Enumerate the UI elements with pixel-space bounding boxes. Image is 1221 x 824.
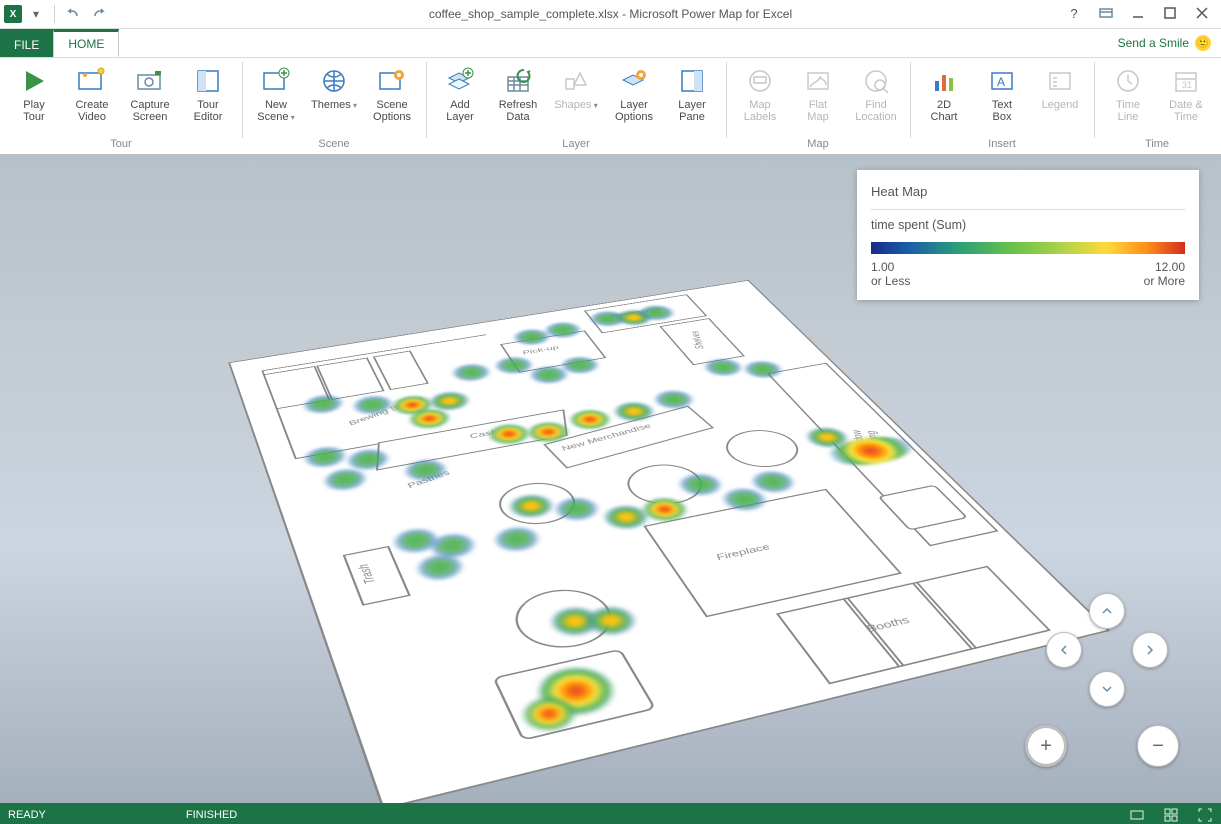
minimize-button[interactable] (1123, 0, 1153, 26)
group-label-insert: Insert (988, 138, 1016, 152)
layer-options-button[interactable]: LayerOptions (606, 60, 662, 138)
status-fullscreen-icon[interactable] (1197, 807, 1213, 823)
legend-title: Heat Map (871, 184, 1185, 210)
globe-icon (318, 65, 350, 97)
window-title: coffee_shop_sample_complete.xlsx - Micro… (0, 7, 1221, 21)
play-tour-button[interactable]: PlayTour (6, 60, 62, 138)
legend-panel[interactable]: Heat Map time spent (Sum) 1.00 or Less 1… (857, 170, 1199, 300)
text-box-button[interactable]: A TextBox (974, 60, 1030, 138)
layer-gear-icon (618, 65, 650, 97)
calendar-icon: 31 (1170, 65, 1202, 97)
refresh-icon (502, 65, 534, 97)
pan-up-button[interactable] (1089, 593, 1125, 629)
textbox-icon: A (986, 65, 1018, 97)
title-bar: X ▾ coffee_shop_sample_complete.xlsx - M… (0, 0, 1221, 29)
layer-pane-button[interactable]: LayerPane (664, 60, 720, 138)
undo-button[interactable] (61, 2, 85, 26)
pan-left-button[interactable] (1046, 632, 1082, 668)
play-icon (18, 65, 50, 97)
themes-button[interactable]: Themes (306, 60, 362, 138)
date-time-button: 31 Date &Time (1158, 60, 1214, 138)
ribbon-display-options-button[interactable] (1091, 0, 1121, 26)
zoom-in-button[interactable]: + (1025, 725, 1067, 767)
scene-gear-icon (376, 65, 408, 97)
bar-chart-icon (928, 65, 960, 97)
new-scene-icon (260, 65, 292, 97)
redo-button[interactable] (87, 2, 111, 26)
ribbon-group-tour: PlayTour CreateVideo CaptureScreen TourE… (0, 58, 242, 154)
excel-app-icon: X (4, 5, 22, 23)
ribbon-group-insert: 2DChart A TextBox Legend Insert (910, 58, 1094, 154)
refresh-data-button[interactable]: RefreshData (490, 60, 546, 138)
camera-icon (134, 65, 166, 97)
svg-text:31: 31 (1182, 80, 1192, 90)
time-line-button: TimeLine (1100, 60, 1156, 138)
group-label-layer: Layer (562, 138, 590, 152)
tour-editor-button[interactable]: TourEditor (180, 60, 236, 138)
tab-home[interactable]: HOME (53, 29, 119, 57)
legend-button: Legend (1032, 60, 1088, 138)
tab-file[interactable]: FILE (0, 29, 53, 57)
shapes-icon (560, 65, 592, 97)
add-layer-icon (444, 65, 476, 97)
svg-text:A: A (997, 75, 1005, 89)
status-view-grid-icon[interactable] (1163, 807, 1179, 823)
close-button[interactable] (1187, 0, 1217, 26)
status-finished: FINISHED (186, 809, 237, 821)
legend-min-value: 1.00 (871, 260, 910, 274)
shapes-button: Shapes (548, 60, 604, 138)
ribbon-group-scene: NewScene Themes SceneOptions Scene (242, 58, 426, 154)
map-labels-icon (744, 65, 776, 97)
help-button[interactable]: ? (1059, 0, 1089, 26)
new-scene-button[interactable]: NewScene (248, 60, 304, 138)
navigation-pad (1046, 593, 1166, 713)
legend-max-value: 12.00 (1144, 260, 1185, 274)
quick-access-toolbar: X ▾ (0, 2, 111, 26)
pan-right-button[interactable] (1132, 632, 1168, 668)
editor-icon (192, 65, 224, 97)
zoom-out-button[interactable]: − (1137, 725, 1179, 767)
legend-min-label: or Less (871, 274, 910, 288)
qat-dropdown-icon[interactable]: ▾ (24, 2, 48, 26)
ribbon: PlayTour CreateVideo CaptureScreen TourE… (0, 57, 1221, 155)
status-bar: READY FINISHED (0, 803, 1221, 824)
ribbon-group-map: MapLabels FlatMap FindLocation Map (726, 58, 910, 154)
flat-map-icon (802, 65, 834, 97)
add-layer-button[interactable]: AddLayer (432, 60, 488, 138)
pan-down-button[interactable] (1089, 671, 1125, 707)
scene-options-button[interactable]: SceneOptions (364, 60, 420, 138)
group-label-map: Map (807, 138, 828, 152)
group-label-tour: Tour (110, 138, 131, 152)
video-icon (76, 65, 108, 97)
find-location-button: FindLocation (848, 60, 904, 138)
ribbon-group-time: TimeLine 31 Date &Time Time (1094, 58, 1220, 154)
group-label-time: Time (1145, 138, 1169, 152)
ribbon-tabs: FILE HOME Send a Smile 🙂 (0, 29, 1221, 57)
maximize-button[interactable] (1155, 0, 1185, 26)
flat-map-button: FlatMap (790, 60, 846, 138)
ribbon-group-layer: AddLayer RefreshData Shapes LayerOptions… (426, 58, 726, 154)
find-icon (860, 65, 892, 97)
smile-icon: 🙂 (1195, 35, 1211, 51)
floorplan[interactable]: Cashier Brewing Station Pick-up Restroom… (228, 280, 1110, 803)
status-view-normal-icon[interactable] (1129, 807, 1145, 823)
legend-metric: time spent (Sum) (871, 218, 1185, 232)
label-pastries: Pastries (404, 469, 452, 490)
capture-screen-button[interactable]: CaptureScreen (122, 60, 178, 138)
send-a-smile-label: Send a Smile (1118, 36, 1189, 50)
legend-gradient (871, 242, 1185, 254)
status-ready: READY (8, 809, 46, 821)
legend-icon (1044, 65, 1076, 97)
zoom-controls: + − (1025, 725, 1179, 767)
map-canvas[interactable]: Cashier Brewing Station Pick-up Restroom… (0, 155, 1221, 803)
layer-pane-icon (676, 65, 708, 97)
create-video-button[interactable]: CreateVideo (64, 60, 120, 138)
legend-max-label: or More (1144, 274, 1185, 288)
map-labels-button: MapLabels (732, 60, 788, 138)
group-label-scene: Scene (318, 138, 349, 152)
clock-icon (1112, 65, 1144, 97)
floorplan-stage: Cashier Brewing Station Pick-up Restroom… (289, 155, 933, 803)
2d-chart-button[interactable]: 2DChart (916, 60, 972, 138)
send-a-smile-button[interactable]: Send a Smile 🙂 (1118, 29, 1211, 57)
